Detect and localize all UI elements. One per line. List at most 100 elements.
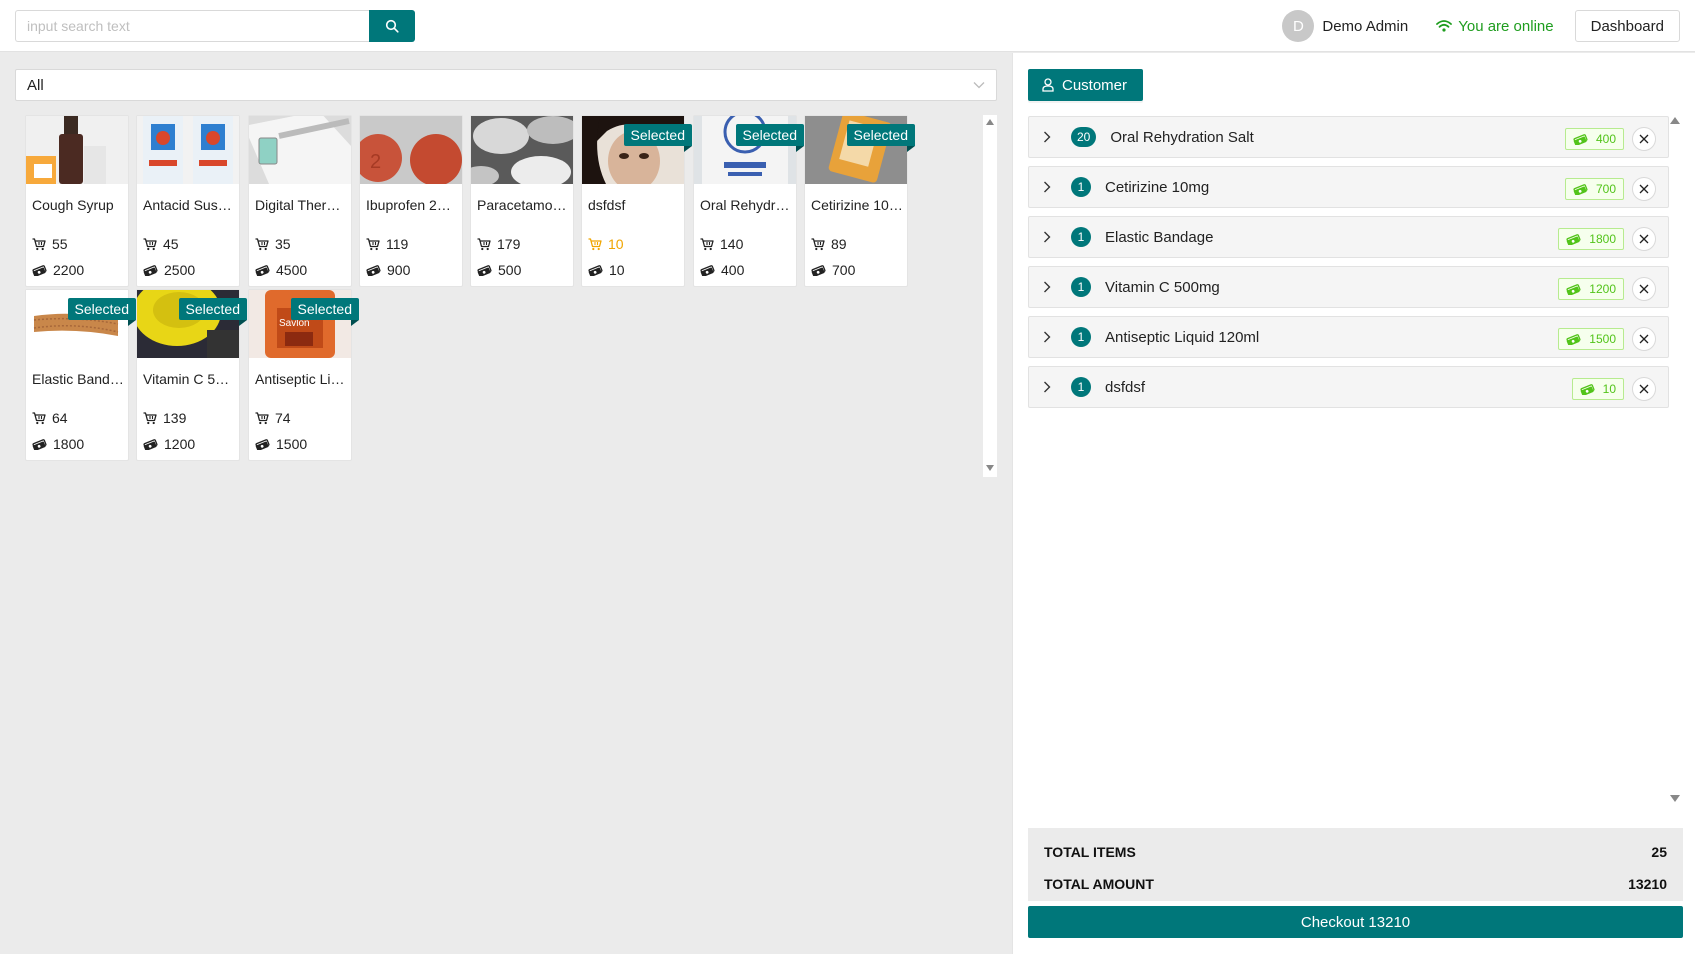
product-card[interactable]: Elastic Bandage 64 1800 Selected (25, 289, 137, 461)
product-card[interactable]: Oral Rehydration Salt 140 400 Selected (693, 115, 805, 287)
remove-item-button[interactable] (1632, 277, 1656, 301)
price-tag: 400 (1564, 128, 1624, 150)
price-tag: 700 (1564, 178, 1624, 200)
product-stock: 140 (700, 236, 743, 252)
close-icon (1639, 134, 1649, 144)
product-stock-value: 45 (163, 236, 179, 252)
selected-badge: Selected (67, 298, 137, 326)
product-price-value: 1800 (53, 436, 85, 452)
chevron-right-icon[interactable] (1043, 281, 1055, 293)
cart-icon (700, 237, 714, 250)
product-price: 1800 (32, 436, 84, 452)
cart-icon (255, 411, 269, 424)
product-card[interactable]: dsfdsf 10 10 Selected (581, 115, 693, 287)
quantity-badge: 1 (1071, 327, 1091, 347)
price-tag-value: 1200 (1589, 282, 1616, 296)
cart-item[interactable]: 1 dsfdsf 10 (1028, 366, 1669, 408)
chevron-right-icon[interactable] (1043, 231, 1055, 243)
product-stock: 64 (32, 410, 68, 426)
grid-scrollbar[interactable] (983, 115, 997, 477)
search-input[interactable] (15, 10, 369, 42)
cart-list: 20 Oral Rehydration Salt 400 1 Cetirizin… (1028, 116, 1669, 416)
product-card[interactable]: 2 Ibuprofen 200mg 119 900 (359, 115, 463, 287)
product-card[interactable]: Vitamin C 500mg 139 1200 Selected (136, 289, 248, 461)
scroll-down-icon[interactable] (986, 465, 994, 471)
cart-item-actions: 400 (1564, 127, 1656, 151)
cart-icon (32, 411, 46, 424)
cart-item[interactable]: 1 Vitamin C 500mg 1200 (1028, 266, 1669, 308)
product-card[interactable]: Cough Syrup 55 2200 (25, 115, 129, 287)
total-items-row: TOTAL ITEMS 25 (1044, 844, 1667, 860)
chevron-right-icon[interactable] (1043, 181, 1055, 193)
scroll-up-icon[interactable] (986, 119, 994, 125)
chevron-down-icon (973, 82, 985, 89)
selected-badge: Selected (846, 124, 916, 152)
dashboard-button[interactable]: Dashboard (1574, 10, 1680, 42)
product-card[interactable]: Paracetamol 500mg 179 500 (470, 115, 574, 287)
online-status: You are online (1436, 18, 1554, 35)
money-icon (32, 438, 47, 450)
remove-item-button[interactable] (1632, 227, 1656, 251)
product-image (26, 116, 128, 184)
product-panel: All Cough Syrup 55 2200 Antacid Suspensi… (0, 53, 1012, 954)
product-image: 2 (360, 116, 462, 184)
checkout-button[interactable]: Checkout 13210 (1028, 906, 1683, 938)
product-image (249, 116, 351, 184)
category-select-value: All (27, 76, 44, 94)
search-button[interactable] (369, 10, 415, 42)
chevron-right-icon[interactable] (1043, 381, 1055, 393)
product-name: Antacid Suspension (143, 197, 235, 213)
product-stock: 10 (588, 236, 624, 252)
money-icon (1573, 133, 1588, 145)
cart-item[interactable]: 1 Elastic Bandage 1800 (1028, 216, 1669, 258)
product-grid-area: Cough Syrup 55 2200 Antacid Suspension 4… (15, 115, 997, 477)
product-price-value: 900 (387, 262, 411, 278)
category-select[interactable]: All (15, 69, 997, 101)
cart-item-actions: 1500 (1558, 327, 1656, 351)
price-tag-value: 700 (1595, 182, 1616, 196)
money-icon (1566, 233, 1581, 245)
price-tag: 10 (1571, 378, 1624, 400)
cart-icon (143, 237, 157, 250)
product-price-value: 700 (832, 262, 856, 278)
avatar[interactable]: D (1282, 10, 1315, 42)
product-stock: 119 (366, 236, 408, 252)
remove-item-button[interactable] (1632, 377, 1656, 401)
remove-item-button[interactable] (1632, 327, 1656, 351)
chevron-right-icon[interactable] (1043, 331, 1055, 343)
product-card[interactable]: Cetirizine 10mg 89 700 Selected (804, 115, 916, 287)
quantity-badge: 20 (1071, 127, 1097, 147)
money-icon (477, 264, 492, 276)
chevron-right-icon[interactable] (1043, 131, 1055, 143)
remove-item-button[interactable] (1632, 127, 1656, 151)
product-card[interactable]: Antacid Suspension 45 2500 (136, 115, 240, 287)
scroll-down-icon[interactable] (1670, 795, 1680, 802)
top-header: D Demo Admin You are online Dashboard (0, 0, 1695, 52)
price-tag: 1500 (1558, 328, 1624, 350)
wifi-icon (1436, 20, 1453, 32)
cart-icon (811, 237, 825, 250)
money-icon (143, 438, 158, 450)
cart-item[interactable]: 20 Oral Rehydration Salt 400 (1028, 116, 1669, 158)
product-card[interactable]: Savlon Antiseptic Liquid 120ml 74 1500 S… (248, 289, 360, 461)
remove-item-button[interactable] (1632, 177, 1656, 201)
cart-item[interactable]: 1 Cetirizine 10mg 700 (1028, 166, 1669, 208)
close-icon (1639, 384, 1649, 394)
product-stock: 139 (143, 410, 186, 426)
product-stock-value: 140 (720, 236, 744, 252)
product-price: 400 (700, 262, 744, 278)
product-price-value: 10 (609, 262, 625, 278)
customer-button[interactable]: Customer (1028, 69, 1144, 101)
cart-item-name: Antiseptic Liquid 120ml (1105, 328, 1260, 346)
quantity-badge: 1 (1071, 227, 1091, 247)
cart-item[interactable]: 1 Antiseptic Liquid 120ml 1500 (1028, 316, 1669, 358)
product-card[interactable]: Digital Thermometer 35 4500 (248, 115, 352, 287)
cart-icon (366, 237, 380, 250)
product-price-value: 400 (721, 262, 745, 278)
price-tag-value: 10 (1602, 382, 1616, 396)
product-image (137, 116, 239, 184)
cart-icon (477, 237, 491, 250)
money-icon (588, 264, 603, 276)
scroll-up-icon[interactable] (1670, 117, 1680, 124)
total-items-value: 25 (1651, 844, 1667, 860)
